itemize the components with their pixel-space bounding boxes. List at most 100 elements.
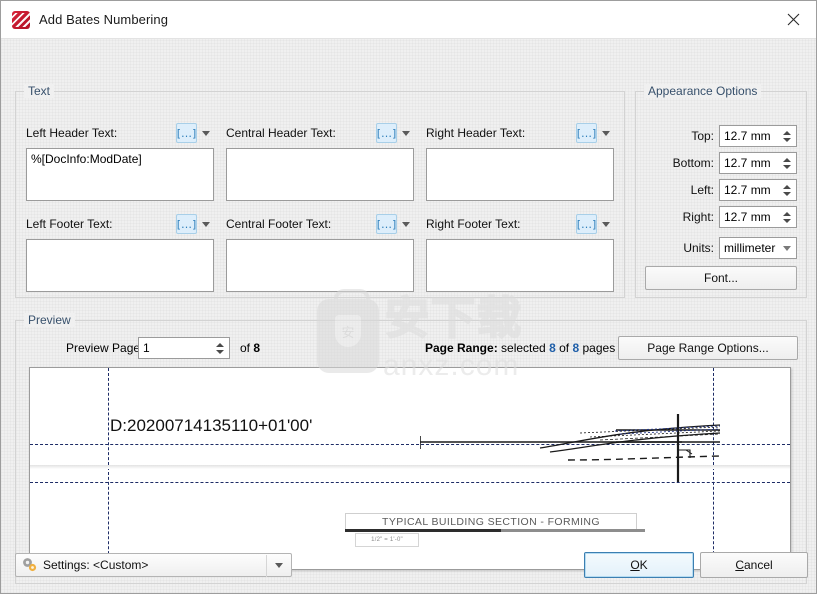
settings-separator [266, 555, 267, 577]
chevron-down-icon[interactable] [197, 123, 214, 143]
font-button[interactable]: Font... [645, 266, 797, 290]
margin-bottom-label: Bottom: [672, 156, 714, 170]
page-range-suffix: pages [582, 341, 616, 355]
macro-glyph: […] [176, 126, 197, 140]
field-central-header-text: Central Header Text: […] [226, 122, 414, 201]
right-header-macro-group[interactable]: […] [576, 123, 614, 143]
ok-button[interactable]: OK [584, 552, 694, 578]
preview-page-stepper[interactable]: 1 [138, 337, 230, 359]
spinner-arrows-icon[interactable] [780, 180, 794, 200]
units-row: Units: millimeter [645, 237, 797, 259]
margin-top-value: 12.7 mm [724, 129, 771, 143]
right-header-text-label: Right Header Text: [426, 126, 526, 140]
chevron-down-icon [783, 246, 791, 251]
left-footer-text-label: Left Footer Text: [26, 217, 113, 231]
units-select[interactable]: millimeter [719, 237, 797, 259]
drawing-title-block: TYPICAL BUILDING SECTION - FORMING 1/2" … [345, 513, 645, 547]
left-header-macro-group[interactable]: […] [176, 123, 214, 143]
close-icon[interactable] [770, 1, 816, 37]
chevron-down-icon[interactable] [397, 123, 414, 143]
central-footer-macro-group[interactable]: […] [376, 214, 414, 234]
right-footer-text-label: Right Footer Text: [426, 217, 521, 231]
margin-left-value: 12.7 mm [724, 183, 771, 197]
preview-legend: Preview [24, 313, 75, 327]
macro-glyph: […] [576, 217, 597, 231]
left-footer-text-input[interactable] [26, 239, 214, 292]
ok-label: K [639, 558, 648, 572]
left-header-text-input[interactable]: %[DocInfo:ModDate] [26, 148, 214, 201]
left-footer-macro-group[interactable]: […] [176, 214, 214, 234]
text-group-legend: Text [24, 84, 55, 98]
macro-insert-icon[interactable]: […] [376, 214, 397, 234]
pdf-xchange-icon [12, 10, 30, 29]
building-section-drawing [420, 414, 721, 482]
chevron-down-icon[interactable] [397, 214, 414, 234]
chevron-down-icon[interactable] [275, 563, 283, 568]
macro-glyph: […] [576, 126, 597, 140]
margin-top-stepper[interactable]: 12.7 mm [719, 125, 797, 147]
right-footer-macro-group[interactable]: […] [576, 214, 614, 234]
cancel-button[interactable]: Cancel [700, 552, 808, 578]
page-preview-canvas[interactable]: D:20200714135110+01'00' TYPICAL BUILDING… [29, 367, 791, 570]
gear-icon [21, 557, 39, 573]
preview-page-total: of 8 [240, 341, 260, 355]
margin-right-row: Right: 12.7 mm [645, 206, 797, 228]
add-bates-numbering-dialog: Add Bates Numbering Text Left Header Tex… [0, 0, 817, 594]
stamped-header-text: D:20200714135110+01'00' [110, 416, 313, 435]
cancel-accel: C [735, 558, 744, 572]
cancel-label: ancel [743, 558, 773, 572]
margin-right-label: Right: [682, 210, 714, 224]
spinner-arrows-icon[interactable] [780, 153, 794, 173]
page-range-options-button[interactable]: Page Range Options... [618, 336, 798, 360]
left-header-text-label: Left Header Text: [26, 126, 118, 140]
field-left-header-text: Left Header Text: […] %[DocInfo:ModDate] [26, 122, 214, 201]
margin-top-label: Top: [691, 129, 714, 143]
spinner-arrows-icon[interactable] [780, 207, 794, 227]
margin-bottom-value: 12.7 mm [724, 156, 771, 170]
page-range-status: Page Range: selected 8 of 8 pages [425, 341, 615, 355]
settings-value: <Custom> [93, 558, 149, 572]
spinner-arrows-icon[interactable] [780, 126, 794, 146]
drawing-title: TYPICAL BUILDING SECTION - FORMING [345, 513, 637, 530]
right-header-text-input[interactable] [426, 148, 614, 201]
page-range-mid: selected [501, 341, 546, 355]
appearance-options-group: Appearance Options Top: 12.7 mm Bottom: … [635, 84, 807, 298]
total-pages-value: 8 [253, 341, 261, 355]
margin-left-row: Left: 12.7 mm [645, 179, 797, 201]
margin-left-label: Left: [690, 183, 714, 197]
title-bar: Add Bates Numbering [1, 1, 816, 39]
field-left-footer-text: Left Footer Text: […] [26, 213, 214, 292]
preview-controls-row: Preview Page 1 of 8 Page Range: selected… [16, 336, 806, 361]
appearance-options-legend: Appearance Options [644, 84, 762, 98]
central-footer-text-input[interactable] [226, 239, 414, 292]
macro-insert-icon[interactable]: […] [576, 214, 597, 234]
margin-right-value: 12.7 mm [724, 210, 771, 224]
title-rule [345, 529, 645, 532]
macro-insert-icon[interactable]: […] [376, 123, 397, 143]
central-header-macro-group[interactable]: […] [376, 123, 414, 143]
central-header-text-input[interactable] [226, 148, 414, 201]
macro-glyph: […] [376, 126, 397, 140]
central-header-text-label: Central Header Text: [226, 126, 336, 140]
chevron-down-icon[interactable] [597, 214, 614, 234]
right-footer-text-input[interactable] [426, 239, 614, 292]
field-central-footer-text: Central Footer Text: […] [226, 213, 414, 292]
page-range-selected: 8 [549, 341, 556, 355]
page-range-of: of [559, 341, 570, 355]
settings-preset-select[interactable]: Settings: <Custom> [15, 553, 292, 577]
field-right-footer-text: Right Footer Text: […] [426, 213, 614, 292]
ok-accel: O [630, 558, 640, 572]
macro-insert-icon[interactable]: […] [576, 123, 597, 143]
field-right-header-text: Right Header Text: […] [426, 122, 614, 201]
margin-right-stepper[interactable]: 12.7 mm [719, 206, 797, 228]
margin-bottom-stepper[interactable]: 12.7 mm [719, 152, 797, 174]
macro-insert-icon[interactable]: […] [176, 123, 197, 143]
preview-page-value: 1 [143, 341, 150, 355]
spinner-arrows-icon[interactable] [213, 338, 227, 358]
margin-left-stepper[interactable]: 12.7 mm [719, 179, 797, 201]
window-title: Add Bates Numbering [39, 12, 169, 27]
macro-insert-icon[interactable]: […] [176, 214, 197, 234]
chevron-down-icon[interactable] [197, 214, 214, 234]
margin-bottom-row: Bottom: 12.7 mm [645, 152, 797, 174]
chevron-down-icon[interactable] [597, 123, 614, 143]
